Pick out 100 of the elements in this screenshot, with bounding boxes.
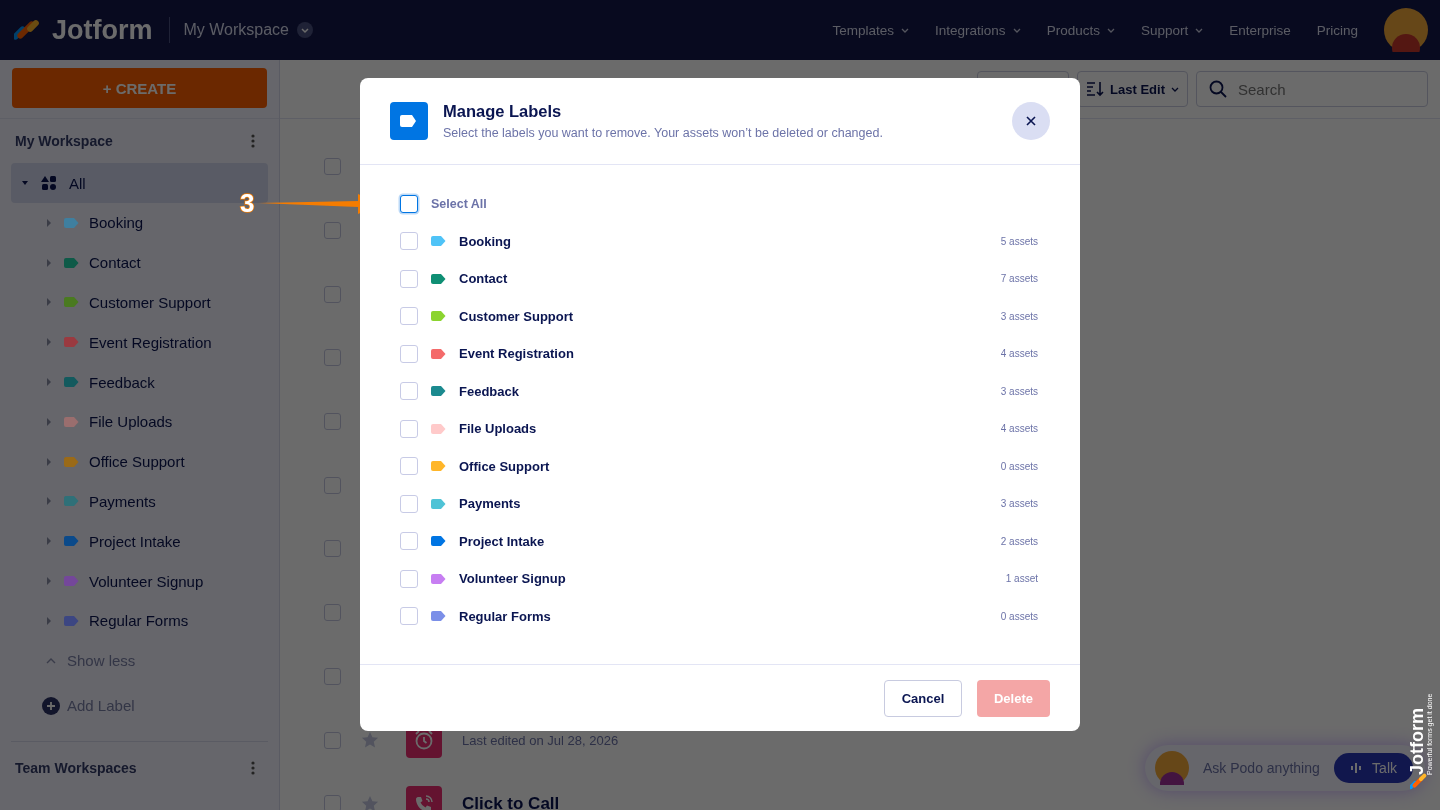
nav-link[interactable]: Support (1140, 22, 1189, 38)
caret-icon[interactable] (46, 378, 52, 387)
sidebar-item[interactable]: Office Support (0, 441, 279, 482)
sidebar-item[interactable]: Payments (0, 481, 279, 522)
cancel-button[interactable]: Cancel (884, 679, 962, 717)
select-all-label[interactable]: Select All (431, 196, 487, 211)
form-title[interactable]: Click to Call (462, 793, 560, 810)
checkbox[interactable] (400, 607, 418, 626)
chevron-down-icon[interactable] (901, 27, 910, 33)
chevron-down-icon[interactable] (1106, 27, 1115, 33)
sidebar-item[interactable]: Volunteer Signup (0, 561, 279, 601)
checkbox[interactable] (400, 382, 418, 401)
label-name: Payments (459, 496, 522, 512)
asset-count: 0 assets (1000, 460, 1038, 472)
brand-name[interactable]: Jotform (52, 14, 153, 46)
sort-icon (1086, 81, 1105, 97)
section-heading: Team Workspaces (15, 759, 137, 776)
sidebar-item[interactable]: File Uploads (0, 402, 279, 442)
checkbox[interactable] (324, 285, 341, 303)
checkbox[interactable] (324, 158, 341, 176)
checkbox[interactable] (400, 307, 418, 326)
dialog-subtitle: Select the labels you want to remove. Your assets won’t be deleted or changed. (443, 126, 884, 140)
checkbox[interactable] (400, 494, 418, 513)
label-name: File Uploads (459, 421, 538, 437)
caret-icon[interactable] (46, 457, 52, 466)
checkbox[interactable] (400, 419, 418, 438)
logo-icon (14, 17, 40, 43)
chevron-down-icon (1171, 86, 1179, 92)
caret-icon[interactable] (46, 616, 52, 625)
nav-link[interactable]: Products (1046, 22, 1100, 38)
create-button[interactable]: + CREATE (12, 68, 267, 108)
checkbox[interactable] (324, 222, 341, 240)
sidebar-item[interactable]: Customer Support (0, 282, 279, 323)
checkbox[interactable] (400, 457, 418, 476)
section-heading: My Workspace (15, 133, 113, 149)
more-icon[interactable] (251, 760, 255, 775)
label-name: Booking (459, 233, 512, 249)
checkbox[interactable] (400, 344, 418, 363)
checkbox[interactable] (324, 667, 341, 685)
caret-icon[interactable] (46, 258, 52, 267)
checkbox[interactable] (324, 731, 341, 749)
caret-icon[interactable] (46, 218, 52, 227)
workspace-switcher[interactable]: My Workspace (183, 21, 289, 39)
checkbox[interactable] (400, 269, 418, 288)
caret-icon[interactable] (46, 298, 52, 307)
caret-icon[interactable] (46, 497, 52, 506)
checkbox[interactable] (324, 604, 341, 622)
checkbox[interactable] (324, 540, 341, 558)
dialog-title: Manage Labels (443, 102, 563, 121)
sidebar-item[interactable]: Project Intake (0, 521, 279, 562)
plus-icon[interactable] (42, 696, 60, 715)
avatar[interactable] (1384, 8, 1428, 52)
label-name: Volunteer Signup (459, 571, 567, 587)
search-field[interactable]: Search (1196, 71, 1428, 107)
asset-count: 4 assets (1000, 348, 1038, 360)
asset-count: 2 assets (1000, 535, 1038, 547)
star-icon[interactable] (361, 794, 379, 810)
sidebar-item[interactable]: Regular Forms (0, 600, 279, 641)
sort-button[interactable]: Last Edit (1077, 71, 1188, 107)
checkbox[interactable] (400, 532, 418, 551)
sidebar-item[interactable]: Feedback (0, 362, 279, 402)
star-icon[interactable] (361, 731, 379, 750)
nav-link[interactable]: Enterprise (1229, 22, 1291, 38)
label-name: Regular Forms (459, 608, 552, 624)
chat-prompt[interactable]: Ask Podo anything (1203, 760, 1321, 776)
label-name: Feedback (459, 383, 520, 399)
checkbox[interactable] (324, 413, 341, 431)
label-name: Office Support (459, 458, 551, 474)
nav-link[interactable]: Integrations (935, 22, 1006, 38)
sidebar-item[interactable]: Contact (0, 242, 279, 283)
checkbox[interactable] (400, 232, 418, 251)
checkbox[interactable] (400, 569, 418, 588)
asset-count: 4 assets (1000, 423, 1038, 435)
checkbox[interactable] (324, 795, 341, 810)
asset-count: 3 assets (1000, 385, 1038, 397)
asset-count: 3 assets (1000, 498, 1038, 510)
phone-icon (413, 792, 435, 810)
audio-icon (1350, 762, 1363, 774)
caret-icon[interactable] (21, 179, 29, 187)
sidebar-item[interactable]: Event Registration (0, 322, 279, 363)
shapes-icon (41, 175, 57, 191)
chevron-down-icon[interactable] (297, 22, 313, 38)
caret-icon[interactable] (46, 417, 52, 426)
nav-link[interactable]: Pricing (1316, 22, 1358, 38)
asset-count: 1 asset (1005, 573, 1038, 585)
chevron-up-icon[interactable] (46, 657, 56, 664)
chevron-down-icon[interactable] (1012, 27, 1021, 33)
close-button[interactable] (1012, 102, 1050, 140)
form-subtitle: Last edited on Jul 28, 2026 (462, 732, 619, 748)
caret-icon[interactable] (46, 537, 52, 546)
checkbox[interactable] (324, 349, 341, 367)
more-icon[interactable] (251, 134, 255, 148)
checkbox[interactable] (400, 194, 418, 213)
nav-link[interactable]: Templates (832, 22, 895, 38)
caret-icon[interactable] (46, 338, 52, 347)
asset-count: 5 assets (1000, 235, 1038, 247)
chevron-down-icon[interactable] (1195, 27, 1204, 33)
caret-icon[interactable] (46, 577, 52, 586)
checkbox[interactable] (324, 476, 341, 494)
label-name: Contact (459, 271, 509, 287)
